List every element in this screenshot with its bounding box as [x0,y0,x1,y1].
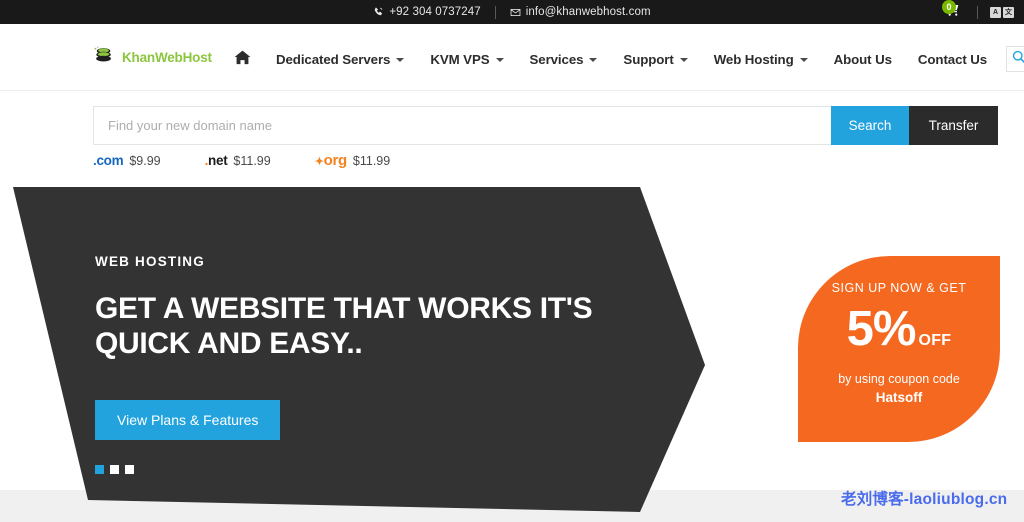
slider-dot[interactable] [95,465,104,474]
slider-dots [95,465,134,474]
promo-coupon-code: Hatsoff [875,390,923,405]
nav-label: KVM VPS [430,51,490,67]
tld-dot: ✦ [314,156,324,168]
language-selector[interactable]: A 文 [990,6,1014,18]
nav-label: Contact Us [917,51,988,67]
domain-transfer-button[interactable]: Transfer [909,106,998,145]
email-contact[interactable]: info@khanwebhost.com [510,6,651,18]
nav-item-services[interactable]: Services [517,52,611,67]
promo-percent: 5% [846,302,917,356]
page-root: +92 304 0737247 info@khanwebhost.com 0 A… [0,0,1024,522]
hero-text-block: WEB HOSTING GET A WEBSITE THAT WORKS IT'… [95,254,615,440]
nav-item-contact-us[interactable]: Contact Us [905,52,1000,67]
tld-name: org [323,152,348,169]
nav-item-dedicated-servers[interactable]: Dedicated Servers [263,52,417,67]
phone-icon [373,7,384,18]
site-logo[interactable]: KhanWebHost [93,46,212,69]
topbar-divider [494,5,496,19]
email-address: info@khanwebhost.com [525,6,651,18]
nav-label: Dedicated Servers [276,51,391,67]
chevron-down-icon [799,58,808,62]
language-key-cjk: 文 [1003,6,1014,18]
site-logo-text: KhanWebHost [122,50,212,65]
hero-title: GET A WEBSITE THAT WORKS IT'S QUICK AND … [95,292,593,361]
phone-number: +92 304 0737247 [389,6,481,18]
tld-price: $9.99 [129,154,161,168]
nav-label: Services [529,51,584,67]
chevron-down-icon [589,58,598,62]
nav-item-web-hosting[interactable]: Web Hosting [701,52,821,67]
slider-dot[interactable] [125,465,134,474]
tld-price-list: .com $9.99 .net $11.99 ✦org $11.99 [93,152,434,169]
top-contact-bar: +92 304 0737247 info@khanwebhost.com 0 A… [0,0,1024,24]
home-icon [234,50,251,68]
tld-name: net [208,153,228,168]
header-search-button[interactable] [1006,46,1024,72]
promo-off-label: OFF [918,332,952,349]
nav-item-kvm-vps[interactable]: KVM VPS [417,52,516,67]
promo-badge[interactable]: SIGN UP NOW & GET 5% OFF by using coupon… [798,256,1000,442]
promo-discount-row: 5% OFF [798,305,1000,354]
nav-item-about-us[interactable]: About Us [821,52,905,67]
tld-price: $11.99 [233,154,271,168]
domain-search-bar: Search Transfer [93,106,998,145]
tld-net[interactable]: .net $11.99 [205,153,271,168]
envelope-icon [510,7,521,18]
top-contact-group: +92 304 0737247 info@khanwebhost.com [0,0,1024,24]
chevron-down-icon [396,58,405,62]
nav-label: Web Hosting [713,51,794,67]
topbar-right-group: 0 A 文 [939,0,1014,24]
main-navigation: Dedicated Servers KVM VPS Services Suppo… [222,46,1024,72]
nav-item-home[interactable] [222,50,263,68]
tld-org[interactable]: ✦org $11.99 [315,152,391,169]
cart-count-badge: 0 [942,0,956,14]
nav-label: Support [623,51,674,67]
slider-dot[interactable] [110,465,119,474]
tld-name: com [96,153,124,168]
language-key-latin: A [990,6,1001,18]
nav-item-support[interactable]: Support [610,52,700,67]
hero-cta-button[interactable]: View Plans & Features [95,399,281,440]
domain-search-input[interactable] [93,106,831,145]
hero-kicker: WEB HOSTING [95,254,205,269]
nav-label: About Us [833,51,892,67]
promo-headline: SIGN UP NOW & GET [831,281,967,295]
search-icon [1012,50,1024,69]
cart-button[interactable]: 0 [939,0,965,23]
phone-contact[interactable]: +92 304 0737247 [373,6,481,18]
topbar-divider-2 [977,5,978,19]
chevron-down-icon [679,58,688,62]
layers-leaf-logo-icon [93,46,115,69]
tld-price: $11.99 [352,154,391,168]
domain-search-button[interactable]: Search [831,106,909,145]
watermark: 老刘博客-laoliublog.cn [841,491,1008,508]
chevron-down-icon [495,58,504,62]
tld-com[interactable]: .com $9.99 [93,153,161,168]
promo-code-label: by using coupon code [838,372,960,386]
